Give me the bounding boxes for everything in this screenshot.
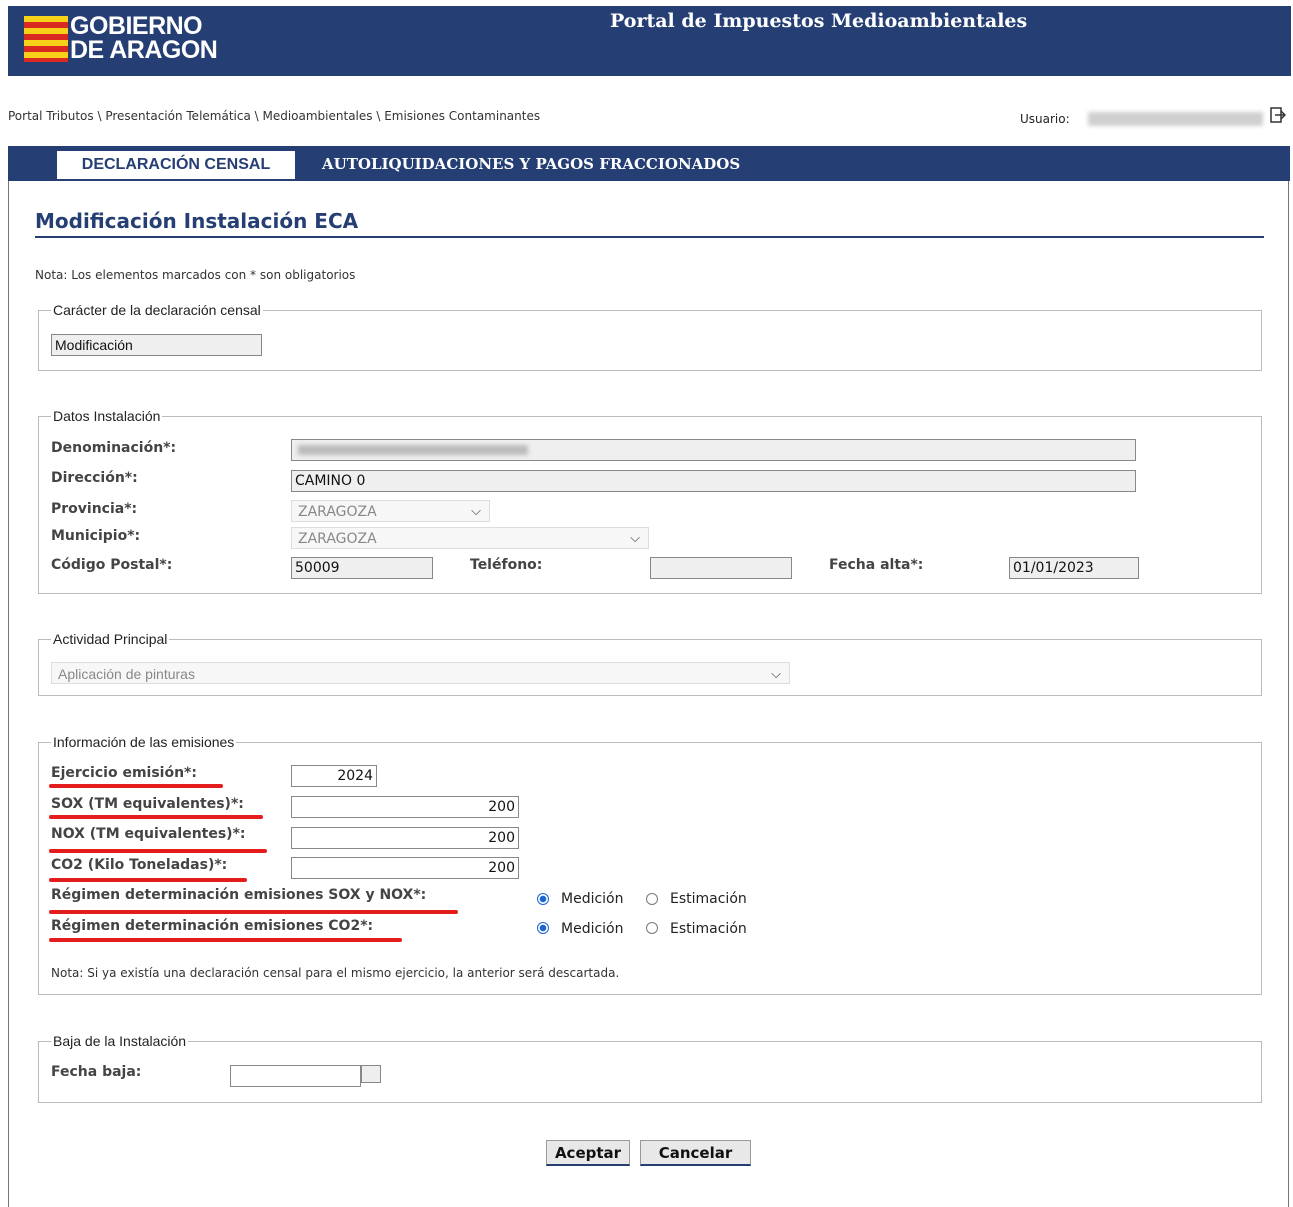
nox-field[interactable]: 200 [291, 827, 519, 849]
chevron-down-icon: ⌵ [630, 531, 640, 546]
codigo-postal-label: Código Postal*: [51, 557, 173, 573]
tab-declaracion-censal[interactable]: DECLARACIÓN CENSAL [57, 151, 295, 179]
breadcrumb[interactable]: Portal Tributos \ Presentación Telemátic… [8, 109, 540, 123]
annotation-underline [49, 878, 247, 882]
actividad-select[interactable]: Aplicación de pinturas ⌵ [51, 662, 790, 684]
logo-line-1: GOBIERNO [70, 12, 203, 40]
regimen-co2-estimacion-radio[interactable] [646, 922, 658, 934]
title-divider [35, 236, 1264, 238]
fecha-alta-field[interactable]: 01/01/2023 [1009, 557, 1139, 579]
co2-field[interactable]: 200 [291, 857, 519, 879]
aceptar-button[interactable]: Aceptar [546, 1140, 630, 1166]
regimen-soxnox-medicion-radio[interactable] [537, 893, 549, 905]
fecha-baja-label: Fecha baja: [51, 1064, 142, 1080]
required-note: Nota: Los elementos marcados con * son o… [35, 268, 356, 282]
regimen-soxnox-label: Régimen determinación emisiones SOX y NO… [51, 887, 427, 903]
nox-label: NOX (TM equivalentes)*: [51, 826, 246, 842]
actividad-value: Aplicación de pinturas [58, 666, 195, 682]
user-name-redacted [1088, 112, 1263, 126]
baja-legend: Baja de la Instalación [53, 1033, 187, 1049]
estimacion-label: Estimación [670, 921, 747, 937]
direccion-label: Dirección*: [51, 470, 138, 486]
chevron-down-icon: ⌵ [471, 504, 481, 519]
regimen-soxnox-estimacion-radio[interactable] [646, 893, 658, 905]
cancelar-button[interactable]: Cancelar [640, 1140, 751, 1166]
codigo-postal-field[interactable]: 50009 [291, 557, 433, 579]
fecha-baja-field[interactable] [230, 1065, 361, 1087]
logout-icon[interactable] [1268, 106, 1287, 126]
denominacion-field[interactable] [291, 439, 1136, 461]
portal-title: Portal de Impuestos Medioambientales [610, 10, 1028, 32]
chevron-down-icon: ⌵ [771, 666, 781, 681]
emisiones-note: Nota: Si ya existía una declaración cens… [51, 966, 620, 980]
direccion-field[interactable]: CAMINO 0 [291, 470, 1136, 492]
annotation-underline [49, 815, 263, 819]
annotation-underline [49, 849, 267, 853]
ejercicio-field[interactable]: 2024 [291, 765, 377, 787]
logo-line-2: DE ARAGON [70, 36, 218, 64]
fecha-alta-label: Fecha alta*: [829, 557, 924, 573]
telefono-field[interactable] [650, 557, 792, 579]
medicion-label: Medición [561, 891, 624, 907]
annotation-underline [49, 784, 223, 788]
municipio-select[interactable]: ZARAGOZA ⌵ [291, 527, 649, 549]
caracter-field: Modificación [51, 334, 262, 356]
medicion-label: Medición [561, 921, 624, 937]
calendar-icon[interactable] [361, 1065, 381, 1083]
denominacion-label: Denominación*: [51, 440, 177, 456]
actividad-legend: Actividad Principal [53, 631, 168, 647]
regimen-co2-medicion-radio[interactable] [537, 922, 549, 934]
page-title: Modificación Instalación ECA [35, 209, 359, 233]
telefono-label: Teléfono: [470, 557, 543, 573]
baja-fieldset: Baja de la Instalación [38, 1033, 1262, 1103]
provincia-value: ZARAGOZA [298, 504, 377, 520]
estimacion-label: Estimación [670, 891, 747, 907]
aragon-flag-logo-icon [24, 16, 68, 62]
user-label: Usuario: [1020, 112, 1070, 126]
caracter-legend: Carácter de la declaración censal [53, 302, 261, 318]
provincia-select[interactable]: ZARAGOZA ⌵ [291, 500, 490, 522]
provincia-label: Provincia*: [51, 501, 138, 517]
municipio-value: ZARAGOZA [298, 531, 377, 547]
denominacion-redacted [298, 445, 528, 455]
regimen-co2-label: Régimen determinación emisiones CO2*: [51, 918, 374, 934]
datos-instalacion-legend: Datos Instalación [53, 408, 161, 424]
emisiones-legend: Información de las emisiones [53, 734, 235, 750]
sox-field[interactable]: 200 [291, 796, 519, 818]
annotation-underline [49, 938, 402, 942]
annotation-underline [49, 910, 458, 914]
ejercicio-label: Ejercicio emisión*: [51, 765, 197, 781]
co2-label: CO2 (Kilo Toneladas)*: [51, 857, 228, 873]
gobierno-aragon-logo[interactable]: GOBIERNO DE ARAGON [70, 12, 218, 64]
sox-label: SOX (TM equivalentes)*: [51, 796, 244, 812]
tab-autoliquidaciones[interactable]: AUTOLIQUIDACIONES Y PAGOS FRACCIONADOS [322, 155, 740, 173]
municipio-label: Municipio*: [51, 528, 141, 544]
